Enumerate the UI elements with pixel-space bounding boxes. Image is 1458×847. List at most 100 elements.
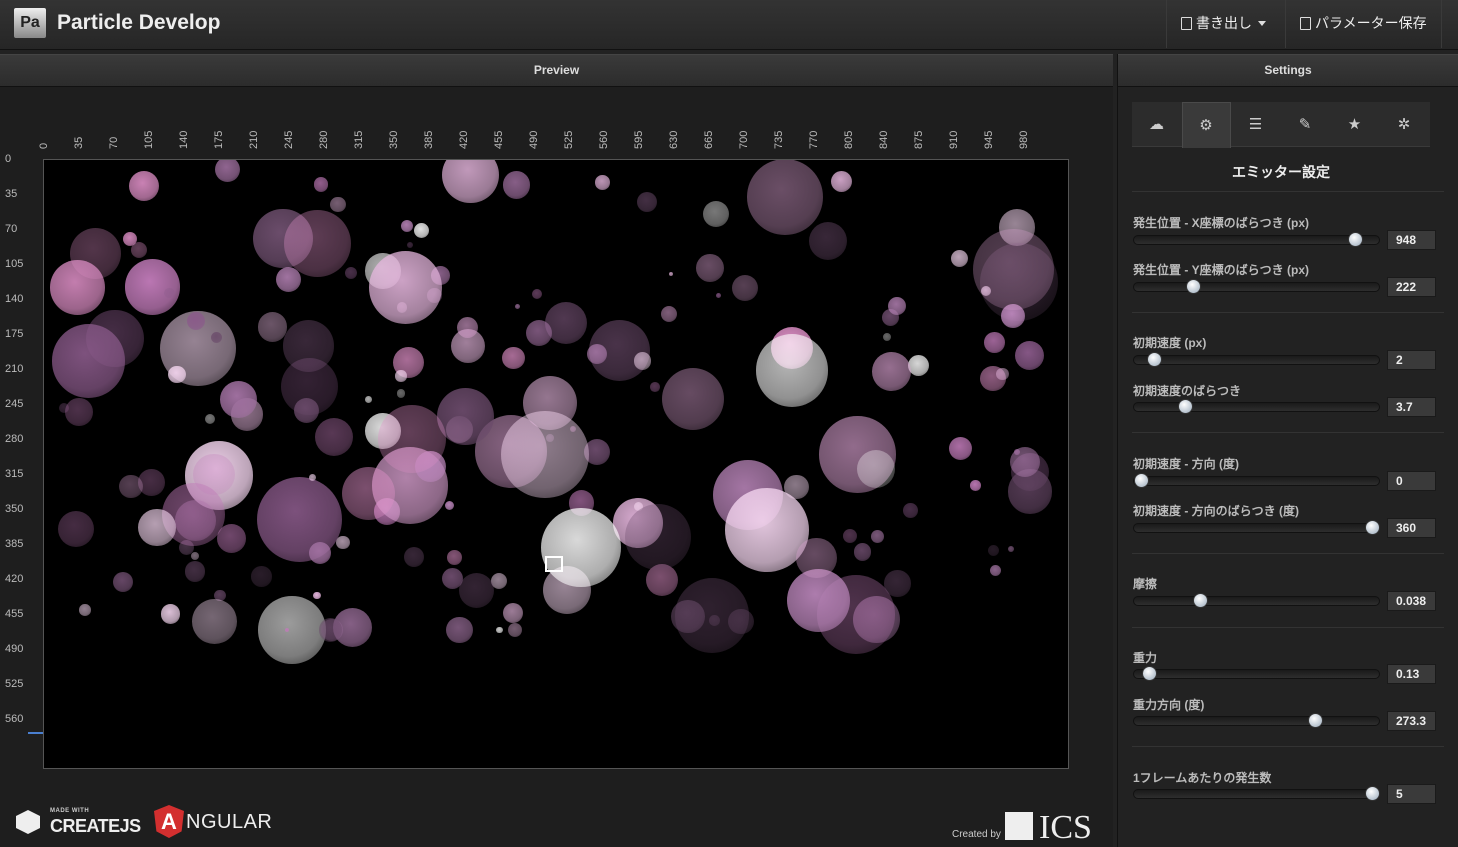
particle	[309, 474, 316, 481]
x-ruler-tick: 805	[843, 130, 855, 149]
y-ruler-tick: 35	[5, 188, 18, 200]
gear-icon: ✲	[1397, 116, 1411, 133]
particle	[364, 395, 372, 403]
particle	[1009, 446, 1041, 477]
x-ruler-tick: 735	[773, 130, 785, 149]
param-label: 初期速度 (px)	[1133, 336, 1207, 350]
x-ruler-tick: 910	[948, 130, 960, 149]
param-slider[interactable]	[1133, 786, 1380, 801]
particle	[747, 160, 823, 236]
save-parameters-button[interactable]: パラメーター保存	[1285, 0, 1442, 48]
param-value-input[interactable]: 222	[1387, 277, 1436, 297]
x-ruler-tick: 280	[318, 130, 330, 149]
slider-handle[interactable]	[1146, 352, 1162, 367]
particle	[458, 572, 494, 608]
ics-mark-icon	[1005, 812, 1033, 840]
export-button[interactable]: 書き出し	[1166, 0, 1285, 48]
param-slider[interactable]	[1133, 399, 1380, 414]
slider-handle[interactable]	[1347, 232, 1363, 247]
particle	[164, 287, 175, 299]
emitter-handle[interactable]	[545, 556, 563, 572]
param-value-input[interactable]: 0.038	[1387, 591, 1436, 611]
slider-handle[interactable]	[1185, 279, 1201, 294]
y-ruler-tick: 525	[5, 678, 24, 690]
y-ruler-marker	[28, 732, 43, 734]
particle	[251, 565, 272, 587]
particle	[446, 616, 473, 644]
param-slider[interactable]	[1133, 473, 1380, 488]
x-ruler-tick: 350	[388, 130, 400, 149]
particle	[731, 275, 758, 302]
slider-handle[interactable]	[1178, 399, 1194, 414]
particle	[882, 332, 892, 342]
slider-handle[interactable]	[1134, 473, 1150, 488]
param-value-input[interactable]: 3.7	[1387, 397, 1436, 417]
sliders-icon: ☰	[1248, 116, 1263, 133]
param-value-input[interactable]: 0.13	[1387, 664, 1436, 684]
particle	[344, 266, 358, 280]
x-ruler-tick: 70	[108, 136, 120, 149]
particle	[313, 177, 328, 192]
param-label: 1フレームあたりの発生数	[1133, 771, 1272, 785]
param-value-input[interactable]: 2	[1387, 350, 1436, 370]
framework-credits: MADE WITH CREATEJS A NGULAR	[16, 802, 296, 842]
particle	[661, 305, 678, 322]
particle	[887, 297, 906, 316]
app-title: Particle Develop	[57, 11, 221, 34]
param-label: 発生位置 - X座標のばらつき (px)	[1133, 216, 1309, 230]
param-value-input[interactable]: 0	[1387, 471, 1436, 491]
particle	[514, 303, 521, 310]
particle	[755, 334, 829, 408]
particle	[830, 171, 852, 193]
param-slider[interactable]	[1133, 666, 1380, 681]
param-value-input[interactable]: 5	[1387, 784, 1436, 804]
createjs-logo-icon	[16, 810, 40, 834]
param-slider[interactable]	[1133, 352, 1380, 367]
particle	[996, 367, 1009, 381]
y-ruler-tick: 210	[5, 363, 24, 375]
particle	[495, 626, 503, 634]
particle	[220, 381, 258, 419]
particle	[284, 210, 352, 277]
tab-sliders[interactable]: ☰	[1231, 102, 1280, 147]
x-ruler-tick: 385	[423, 130, 435, 149]
section-title: エミッター設定	[1232, 164, 1330, 180]
x-ruler: 0 35 70 105 140 175 210 245 280 315 350 385 420 455 49…	[0, 87, 1113, 162]
slider-handle[interactable]	[1308, 713, 1324, 728]
tab-star[interactable]: ★	[1330, 102, 1379, 147]
particle	[669, 272, 674, 277]
slider-handle[interactable]	[1364, 786, 1380, 801]
particle	[191, 552, 199, 561]
param-label: 初期速度のばらつき	[1133, 384, 1242, 398]
particle	[283, 320, 335, 372]
x-ruler-tick: 35	[73, 136, 85, 149]
particle	[871, 530, 884, 543]
x-ruler-tick: 490	[528, 130, 540, 149]
param-slider[interactable]	[1133, 520, 1380, 535]
param-slider[interactable]	[1133, 593, 1380, 608]
tab-gears[interactable]: ⚙	[1181, 102, 1231, 148]
x-ruler-tick: 770	[808, 130, 820, 149]
tab-cloud[interactable]: ☁	[1132, 102, 1181, 147]
slider-handle[interactable]	[1141, 666, 1157, 681]
particle	[404, 546, 425, 567]
slider-handle[interactable]	[1193, 593, 1209, 608]
particle	[989, 565, 1001, 577]
param-value-input[interactable]: 360	[1387, 518, 1436, 538]
particle	[65, 398, 94, 426]
slider-handle[interactable]	[1364, 520, 1380, 535]
tab-brush[interactable]: ✎	[1281, 102, 1330, 147]
y-ruler-tick: 105	[5, 258, 24, 270]
particle	[856, 449, 895, 488]
preview-header: Preview	[0, 54, 1113, 87]
param-slider[interactable]	[1133, 279, 1380, 294]
param-value-input[interactable]: 948	[1387, 230, 1436, 250]
x-ruler-tick: 105	[143, 130, 155, 149]
particle	[138, 508, 176, 547]
x-ruler-tick: 560	[598, 130, 610, 149]
param-value-input[interactable]: 273.3	[1387, 711, 1436, 731]
particle-canvas[interactable]	[43, 159, 1069, 769]
tab-gear[interactable]: ✲	[1380, 102, 1429, 147]
param-slider[interactable]	[1133, 713, 1380, 728]
param-slider[interactable]	[1133, 232, 1380, 247]
